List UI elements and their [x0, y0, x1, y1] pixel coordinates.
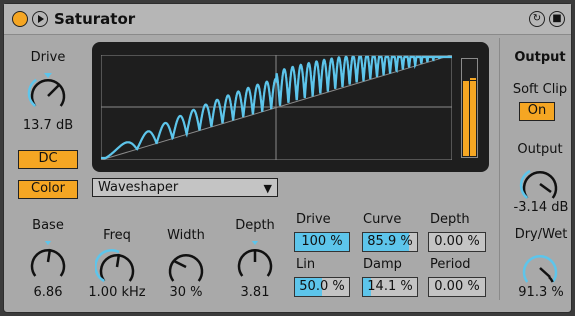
- depth-knob[interactable]: [233, 241, 277, 281]
- dry-wet-label: Dry/Wet: [514, 227, 568, 242]
- ws-curve-field[interactable]: 85.9 %: [362, 232, 418, 252]
- dry-wet-value: 91.3 %: [518, 285, 564, 300]
- device-title: Saturator: [54, 10, 136, 28]
- base-value: 6.86: [33, 285, 63, 300]
- ws-damp-label: Damp: [363, 257, 402, 272]
- color-toggle[interactable]: Color: [18, 180, 78, 199]
- ws-period-field[interactable]: 0.00 %: [428, 277, 486, 297]
- device-power-toggle[interactable]: [12, 11, 28, 27]
- preview-play-icon[interactable]: [32, 11, 48, 27]
- width-knob[interactable]: [164, 246, 208, 286]
- ws-period-label: Period: [430, 257, 471, 272]
- output-label: Output: [517, 142, 563, 157]
- output-value: -3.14 dB: [513, 200, 569, 215]
- dry-wet-knob[interactable]: [518, 247, 562, 287]
- mode-dropdown[interactable]: Waveshaper ▼: [92, 178, 278, 197]
- ws-lin-field[interactable]: 50.0 %: [294, 277, 350, 297]
- ws-drive-label: Drive: [296, 212, 331, 227]
- drive-value: 13.7 dB: [22, 118, 74, 133]
- drive-label: Drive: [30, 50, 66, 65]
- ws-damp-field[interactable]: 14.1 %: [362, 277, 418, 297]
- ws-depth-label: Depth: [430, 212, 470, 227]
- waveshape-curve: [101, 55, 452, 160]
- section-divider: [499, 38, 500, 300]
- soft-clip-toggle[interactable]: On: [519, 102, 555, 121]
- dc-toggle[interactable]: DC: [18, 150, 78, 169]
- depth-label: Depth: [235, 218, 275, 233]
- hot-swap-icon[interactable]: ↻: [529, 11, 545, 27]
- output-section-title: Output: [514, 50, 566, 65]
- ws-drive-field[interactable]: 100 %: [294, 232, 350, 252]
- base-label: Base: [32, 218, 64, 233]
- title-bar: Saturator ↻ ■: [4, 4, 571, 35]
- depth-value: 3.81: [240, 285, 270, 300]
- soft-clip-label: Soft Clip: [512, 82, 568, 97]
- freq-label: Freq: [103, 228, 131, 243]
- ws-curve-label: Curve: [363, 212, 402, 227]
- base-knob[interactable]: [26, 241, 70, 281]
- drive-knob[interactable]: [26, 71, 70, 115]
- chevron-down-icon: ▼: [263, 182, 272, 195]
- ws-lin-label: Lin: [296, 257, 316, 272]
- ws-depth-field[interactable]: 0.00 %: [428, 232, 486, 252]
- level-meter: [461, 58, 478, 158]
- save-preset-icon[interactable]: ■: [549, 11, 565, 27]
- width-label: Width: [167, 228, 205, 243]
- freq-knob[interactable]: [95, 246, 139, 286]
- width-value: 30 %: [169, 285, 203, 300]
- mode-selected: Waveshaper: [98, 180, 179, 195]
- output-knob[interactable]: [518, 163, 562, 203]
- freq-value: 1.00 kHz: [88, 285, 146, 300]
